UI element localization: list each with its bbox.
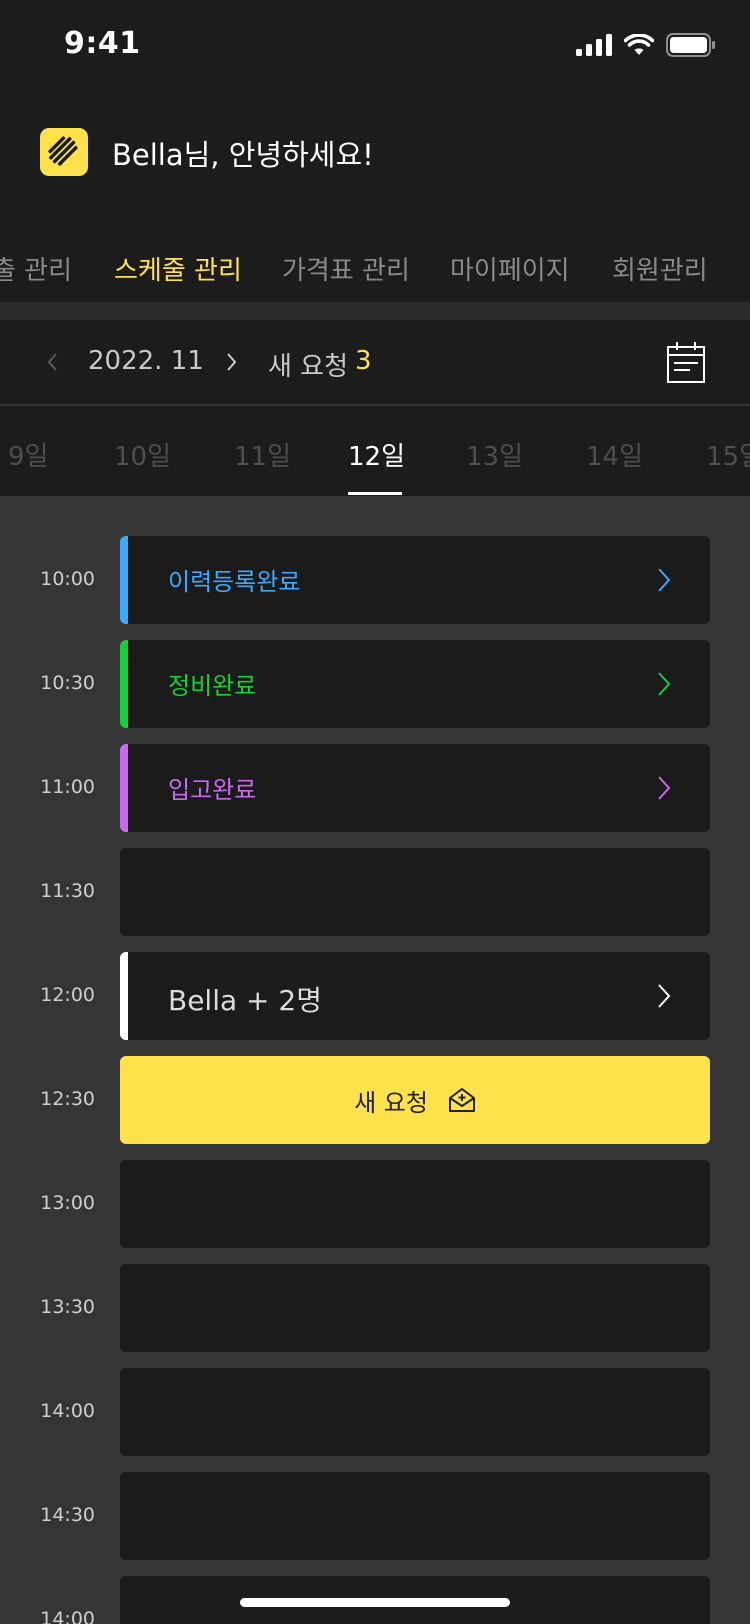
chevron-right-icon xyxy=(658,672,671,696)
calendar-icon[interactable] xyxy=(666,340,706,384)
slot-status-text: 정비완료 xyxy=(168,672,257,700)
time-label: 13:30 xyxy=(40,1296,95,1318)
day-active-indicator xyxy=(348,492,402,495)
time-label: 14:00 xyxy=(40,1400,95,1422)
tab-shipment[interactable]: 출 관리 xyxy=(0,250,72,287)
time-label: 13:00 xyxy=(40,1192,95,1214)
slot-status-text: 이력등록완료 xyxy=(168,568,301,596)
status-bar: 9:41 xyxy=(0,0,750,92)
slot-empty[interactable] xyxy=(120,1160,710,1248)
month-label: 2022. 11 xyxy=(88,346,204,376)
status-icons xyxy=(576,30,716,60)
new-request-count: 3 xyxy=(355,346,372,376)
chevron-left-icon[interactable] xyxy=(42,347,62,377)
envelope-open-icon xyxy=(448,1088,475,1112)
signal-icon xyxy=(576,34,612,56)
schedule-list: 10:00 이력등록완료 10:30 정비완료 11:00 입고완료 11:30… xyxy=(0,496,750,1624)
status-stripe xyxy=(120,952,128,1040)
day-item[interactable]: 9일 xyxy=(8,436,48,473)
slot-reservation[interactable]: Bella + 2명 xyxy=(120,952,710,1040)
time-label: 12:30 xyxy=(40,1088,95,1110)
time-label: 12:00 xyxy=(40,984,95,1006)
tab-members[interactable]: 회원관리 xyxy=(612,250,708,287)
wifi-icon xyxy=(624,34,654,55)
tab-price-list[interactable]: 가격표 관리 xyxy=(282,250,410,287)
day-item[interactable]: 15일 xyxy=(706,436,750,473)
day-strip: 9일 10일 11일 12일 13일 14일 15일 xyxy=(0,408,750,496)
time-label: 11:30 xyxy=(40,880,95,902)
day-item-selected[interactable]: 12일 xyxy=(348,436,405,473)
day-item[interactable]: 14일 xyxy=(586,436,643,473)
slot-empty[interactable] xyxy=(120,1472,710,1560)
chevron-right-icon xyxy=(658,984,671,1008)
status-time: 9:41 xyxy=(64,26,141,61)
day-item[interactable]: 10일 xyxy=(114,436,171,473)
time-label: 10:00 xyxy=(40,568,95,590)
nav-tabs: 출 관리 스케줄 관리 가격표 관리 마이페이지 회원관리 xyxy=(0,232,750,304)
new-request-button-label: 새 요청 xyxy=(354,1088,428,1117)
time-label: 14:00 xyxy=(40,1608,95,1624)
slot-empty[interactable] xyxy=(120,1368,710,1456)
status-stripe xyxy=(120,744,128,832)
slot-status-text: 입고완료 xyxy=(168,776,257,804)
slot-reservation-text: Bella + 2명 xyxy=(168,984,322,1017)
app-logo-icon xyxy=(40,128,88,176)
header: Bella님, 안녕하세요! xyxy=(0,118,750,182)
time-label: 11:00 xyxy=(40,776,95,798)
slot-history-registered[interactable]: 이력등록완료 xyxy=(120,536,710,624)
chevron-right-icon[interactable] xyxy=(222,347,242,377)
tab-schedule[interactable]: 스케줄 관리 xyxy=(114,250,242,287)
status-stripe xyxy=(120,536,128,624)
battery-icon xyxy=(666,33,715,57)
new-request-button[interactable]: 새 요청 xyxy=(120,1056,710,1144)
day-item[interactable]: 11일 xyxy=(234,436,291,473)
slot-intake-complete[interactable]: 입고완료 xyxy=(120,744,710,832)
day-item[interactable]: 13일 xyxy=(466,436,523,473)
chevron-right-icon xyxy=(658,776,671,800)
status-stripe xyxy=(120,640,128,728)
slot-maintenance-complete[interactable]: 정비완료 xyxy=(120,640,710,728)
tab-mypage[interactable]: 마이페이지 xyxy=(450,250,570,287)
home-indicator xyxy=(240,1598,510,1607)
slot-empty[interactable] xyxy=(120,848,710,936)
time-label: 10:30 xyxy=(40,672,95,694)
nav-divider xyxy=(0,302,750,320)
slot-empty[interactable] xyxy=(120,1264,710,1352)
month-bar: 2022. 11 새 요청 3 xyxy=(0,320,750,406)
new-request-label: 새 요청 xyxy=(268,352,349,382)
chevron-right-icon xyxy=(658,568,671,592)
time-label: 14:30 xyxy=(40,1504,95,1526)
greeting: Bella님, 안녕하세요! xyxy=(112,138,374,172)
